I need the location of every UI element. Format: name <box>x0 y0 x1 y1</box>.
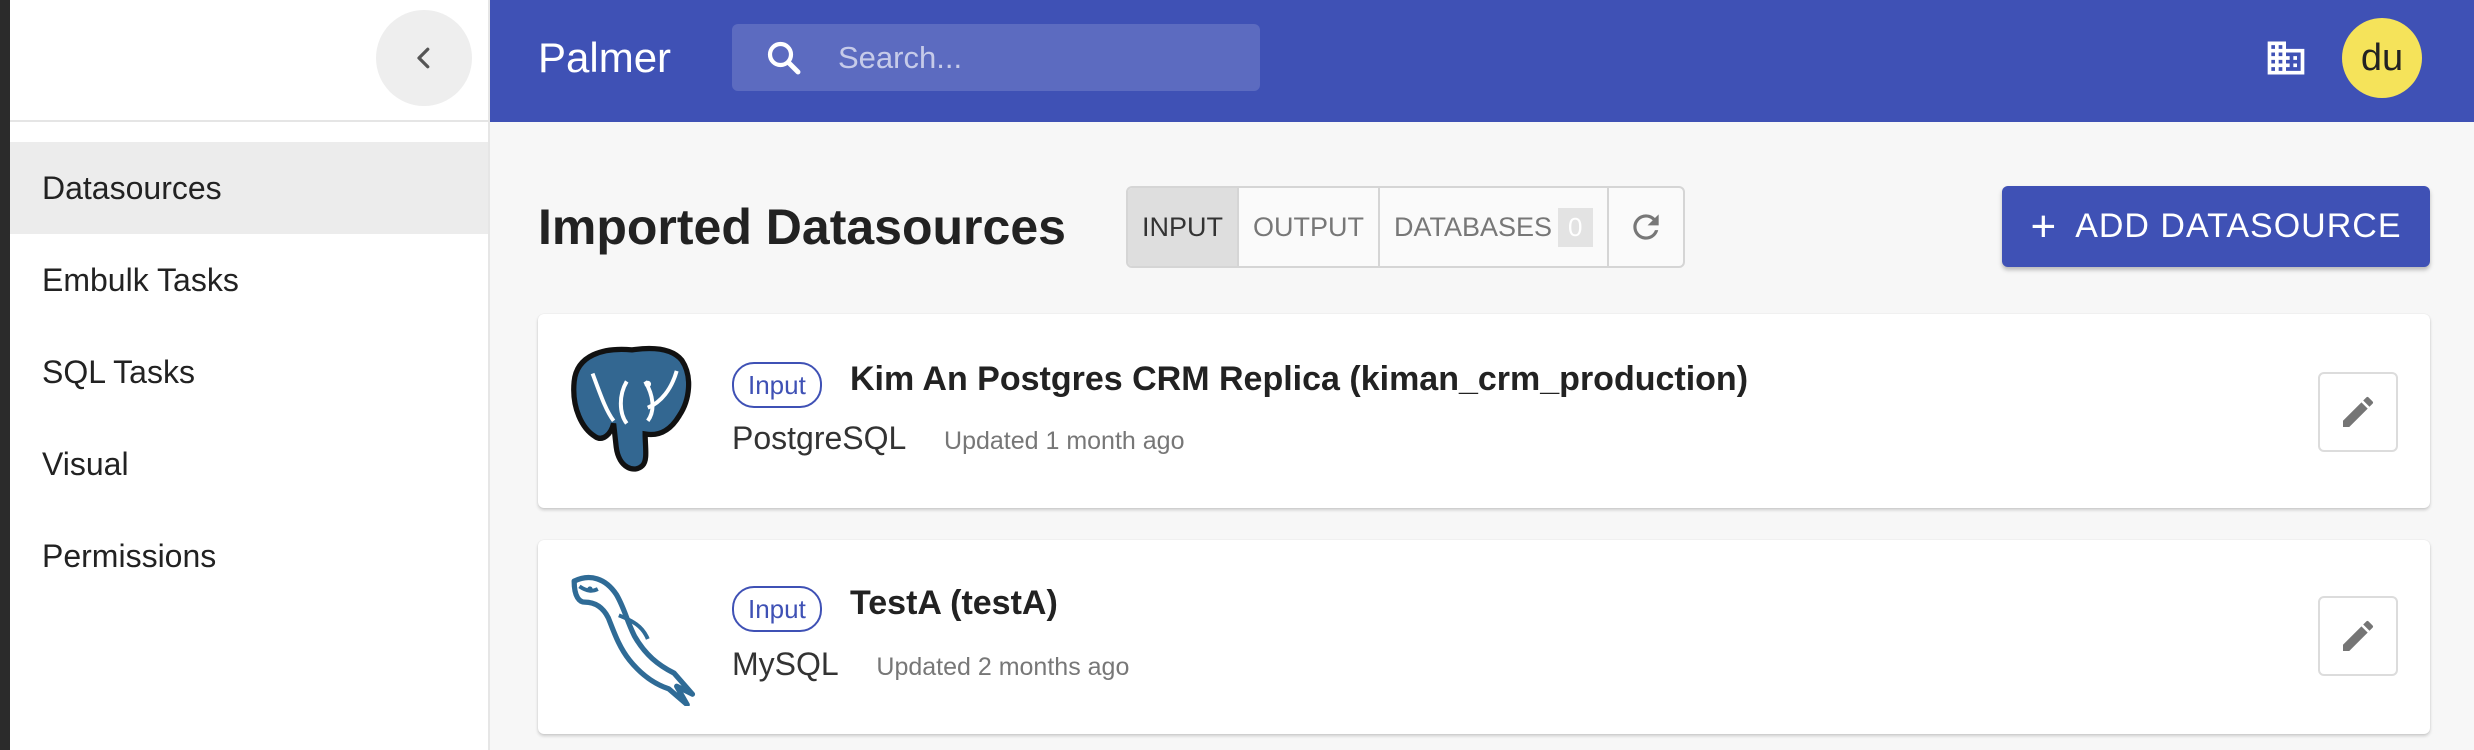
pencil-icon <box>2343 620 2374 651</box>
sidebar-header <box>10 0 488 122</box>
collapse-sidebar-button[interactable] <box>376 10 472 106</box>
chevron-left-icon <box>417 47 430 69</box>
filter-databases-label: DATABASES <box>1394 211 1553 242</box>
datasource-type: PostgreSQL <box>732 420 906 456</box>
page-title: Imported Datasources <box>538 199 1066 255</box>
search-icon <box>732 37 836 79</box>
sidebar-item-permissions[interactable]: Permissions <box>10 510 488 602</box>
main-content: Imported Datasources INPUT OUTPUT DATABA… <box>490 122 2474 750</box>
sidebar-item-label: Visual <box>42 445 129 482</box>
datasource-type: MySQL <box>732 646 838 682</box>
sidebar-item-visual[interactable]: Visual <box>10 418 488 510</box>
search-input[interactable] <box>836 38 1240 77</box>
datasource-filter-toggle: INPUT OUTPUT DATABASES 0 <box>1126 186 1685 268</box>
datasource-card[interactable]: Input TestA (testA) MySQL Updated 2 mont… <box>538 540 2430 734</box>
datasource-type-row: PostgreSQL Updated 1 month ago <box>732 420 1184 457</box>
window-edge <box>0 0 10 750</box>
datasource-updated: Updated 1 month ago <box>944 427 1185 455</box>
sidebar-item-embulk-tasks[interactable]: Embulk Tasks <box>10 234 488 326</box>
search-box[interactable] <box>732 24 1260 91</box>
edit-datasource-button[interactable] <box>2318 372 2398 452</box>
app-bar: Palmer du <box>490 0 2474 122</box>
pencil-icon <box>2343 396 2374 427</box>
app-title: Palmer <box>538 34 672 81</box>
mysql-dolphin-icon <box>571 575 696 706</box>
refresh-button[interactable] <box>1609 188 1683 266</box>
sidebar-item-label: Datasources <box>42 169 222 206</box>
filter-input-button[interactable]: INPUT <box>1128 188 1239 266</box>
sidebar-item-label: SQL Tasks <box>42 353 195 390</box>
plus-icon: + <box>2030 201 2058 251</box>
add-datasource-button[interactable]: + ADD DATASOURCE <box>2002 186 2430 267</box>
sidebar-nav: Datasources Embulk Tasks SQL Tasks Visua… <box>10 122 488 602</box>
edit-datasource-button[interactable] <box>2318 596 2398 676</box>
user-avatar[interactable]: du <box>2342 18 2422 98</box>
datasource-direction-badge: Input <box>732 362 822 408</box>
filter-databases-button[interactable]: DATABASES 0 <box>1380 188 1609 266</box>
refresh-icon <box>1632 214 1659 240</box>
datasource-card[interactable]: Input Kim An Postgres CRM Replica (kiman… <box>538 314 2430 508</box>
datasource-type-row: MySQL Updated 2 months ago <box>732 646 1129 683</box>
sidebar-item-datasources[interactable]: Datasources <box>10 142 488 234</box>
sidebar-item-label: Permissions <box>42 537 217 574</box>
organization-icon[interactable] <box>2264 36 2308 85</box>
filter-output-button[interactable]: OUTPUT <box>1239 188 1380 266</box>
add-datasource-label: ADD DATASOURCE <box>2075 207 2402 245</box>
postgresql-elephant-icon <box>571 345 692 472</box>
sidebar: Datasources Embulk Tasks SQL Tasks Visua… <box>10 0 490 750</box>
databases-count-badge: 0 <box>1558 207 1593 247</box>
datasource-name[interactable]: TestA (testA) <box>850 584 1058 623</box>
datasource-name[interactable]: Kim An Postgres CRM Replica (kiman_crm_p… <box>850 360 1748 399</box>
sidebar-item-sql-tasks[interactable]: SQL Tasks <box>10 326 488 418</box>
sidebar-item-label: Embulk Tasks <box>42 261 239 298</box>
datasource-direction-badge: Input <box>732 586 822 632</box>
datasource-updated: Updated 2 months ago <box>876 653 1130 681</box>
